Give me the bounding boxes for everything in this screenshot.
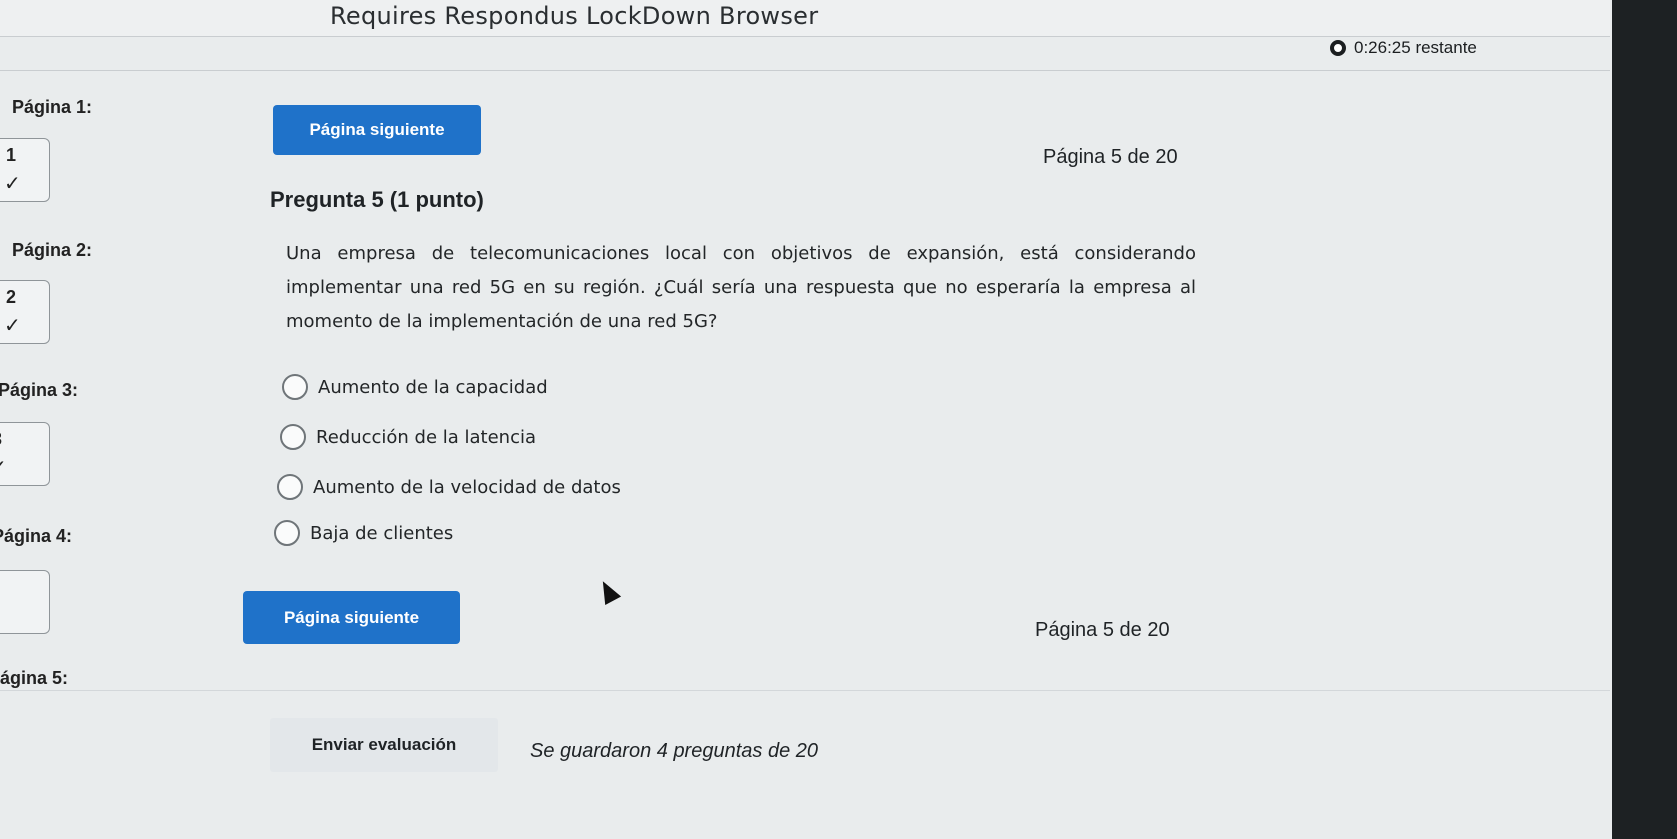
- nav-page-number: 1: [6, 145, 17, 165]
- time-remaining: 0:26:25 restante: [1330, 38, 1477, 58]
- mouse-cursor-icon: [594, 577, 622, 605]
- answer-option-3[interactable]: Aumento de la velocidad de datos: [277, 474, 621, 500]
- nav-page-number: 2: [6, 287, 17, 307]
- check-icon: ✓: [4, 173, 21, 195]
- question-text: Una empresa de telecomunicaciones local …: [286, 243, 1196, 332]
- screen-bezel: [1612, 0, 1677, 839]
- nav-page-button-1[interactable]: 1 ✓: [0, 138, 50, 202]
- radio-button[interactable]: [274, 520, 300, 546]
- radio-button[interactable]: [277, 474, 303, 500]
- nav-page-label-5: Página 5:: [0, 668, 69, 688]
- radio-button[interactable]: [280, 424, 306, 450]
- radio-button[interactable]: [282, 374, 308, 400]
- nav-page-label-4: Página 4:: [0, 526, 73, 546]
- page-counter-top: Página 5 de 20: [1043, 146, 1178, 168]
- nav-page-button-4[interactable]: 4 ✓: [0, 570, 50, 634]
- next-page-button-top[interactable]: Página siguiente: [273, 105, 481, 155]
- nav-page-label-1: Página 1:: [12, 97, 93, 117]
- nav-page-button-2[interactable]: 2 ✓: [0, 280, 50, 344]
- nav-page-label-2: Página 2:: [12, 240, 93, 260]
- browser-title-bar: Requires Respondus LockDown Browser: [0, 0, 1610, 37]
- answer-option-2[interactable]: Reducción de la latencia: [280, 424, 536, 450]
- answer-option-label: Aumento de la capacidad: [318, 376, 548, 398]
- footer-divider: [0, 690, 1610, 691]
- nav-page-number: 3: [0, 429, 2, 450]
- nav-page-button-3[interactable]: 3 ✓: [0, 422, 50, 486]
- question-title: Pregunta 5 (1 punto): [270, 187, 484, 212]
- next-page-button-bottom[interactable]: Página siguiente: [243, 591, 460, 644]
- timer-icon: [1330, 40, 1346, 56]
- answer-option-label: Aumento de la velocidad de datos: [313, 476, 621, 498]
- check-icon: ✓: [0, 455, 7, 480]
- answer-option-label: Baja de clientes: [310, 522, 454, 544]
- submit-evaluation-button[interactable]: Enviar evaluación: [270, 718, 498, 772]
- answer-option-1[interactable]: Aumento de la capacidad: [282, 374, 548, 400]
- page-counter-bottom: Página 5 de 20: [1035, 619, 1170, 641]
- answer-option-4[interactable]: Baja de clientes: [274, 520, 453, 546]
- saved-status: Se guardaron 4 preguntas de 20: [530, 740, 818, 762]
- answer-option-label: Reducción de la latencia: [316, 426, 537, 448]
- nav-page-label-3: Página 3:: [0, 380, 79, 400]
- timer-text: 0:26:25 restante: [1354, 38, 1477, 57]
- check-icon: ✓: [0, 607, 3, 632]
- header-divider: [0, 70, 1610, 71]
- app-title: Requires Respondus LockDown Browser: [330, 2, 819, 30]
- check-icon: ✓: [4, 315, 21, 337]
